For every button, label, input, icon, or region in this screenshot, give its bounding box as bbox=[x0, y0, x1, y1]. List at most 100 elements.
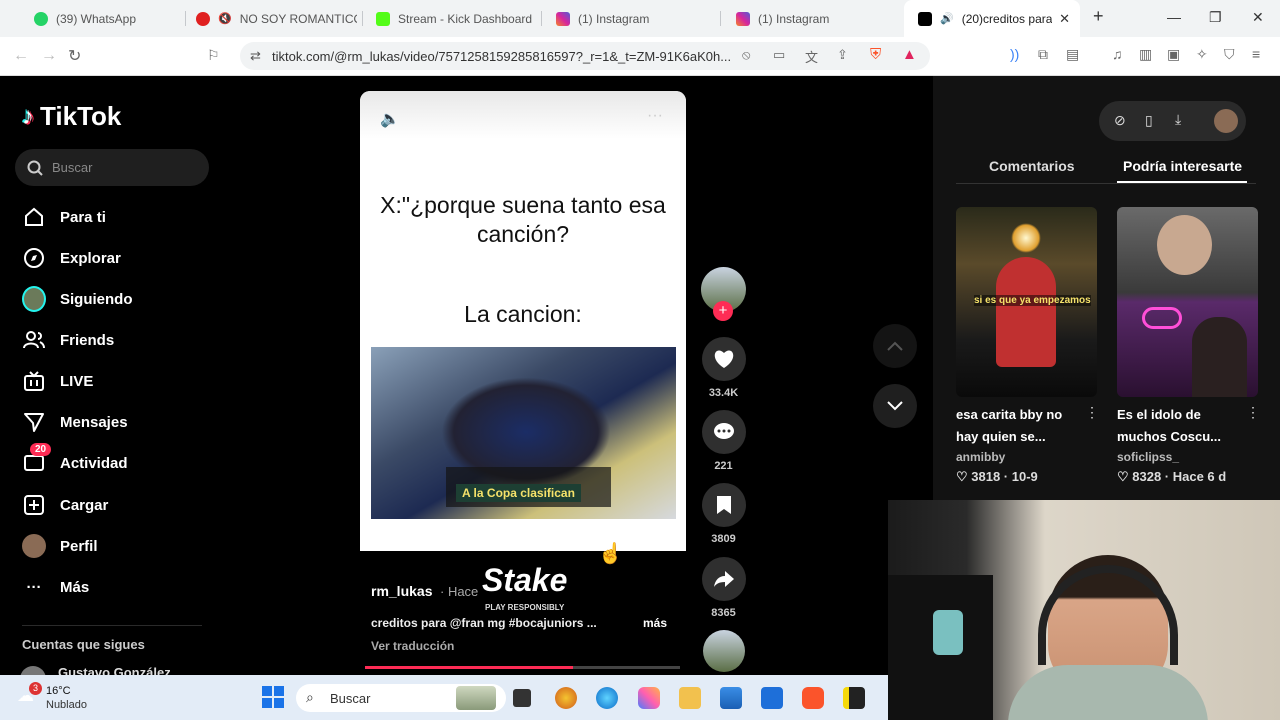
like-button[interactable]: 33.4K bbox=[701, 337, 746, 399]
windows-start-icon[interactable] bbox=[262, 686, 284, 708]
suggested-video-thumb-1[interactable]: si es que ya empezamos bbox=[956, 207, 1097, 397]
music-disc-avatar[interactable] bbox=[703, 630, 745, 672]
video-options-icon[interactable]: ··· bbox=[647, 107, 663, 125]
task-view-icon[interactable] bbox=[513, 689, 531, 707]
brave-rewards-icon[interactable]: ▲ bbox=[902, 46, 917, 63]
nav-actividad[interactable]: 20 Actividad bbox=[22, 443, 128, 478]
card-more-icon[interactable]: ⋮ bbox=[1085, 404, 1099, 421]
tab-no-soy-romantico[interactable]: 🔇 NO SOY ROMANTICO bbox=[182, 0, 357, 37]
search-input[interactable]: Buscar bbox=[15, 149, 209, 186]
next-video-button[interactable] bbox=[873, 384, 917, 428]
card-more-icon[interactable]: ⋮ bbox=[1246, 404, 1260, 421]
activity-icon: 20 bbox=[22, 443, 52, 475]
edge-icon[interactable] bbox=[596, 687, 618, 709]
reload-icon[interactable]: ↻ bbox=[68, 46, 81, 66]
restore-icon[interactable]: ❐ bbox=[1209, 9, 1222, 26]
nav-perfil[interactable]: Perfil bbox=[22, 531, 98, 561]
menu-icon[interactable]: ≡ bbox=[1252, 46, 1260, 62]
nav-label: Cargar bbox=[60, 496, 109, 514]
tab-search-icon[interactable]: ▤ bbox=[1066, 46, 1079, 63]
brave-taskbar-icon[interactable] bbox=[802, 687, 824, 709]
taskbar-search[interactable]: ⌕ Buscar bbox=[296, 684, 506, 712]
site-info-icon[interactable]: ⇄ bbox=[250, 48, 261, 64]
wallet-signal-icon[interactable]: )) bbox=[1010, 46, 1019, 62]
video-author[interactable]: rm_lukas bbox=[371, 583, 432, 599]
translate-icon[interactable]: 文 bbox=[805, 47, 818, 66]
suggested-title-2[interactable]: Es el idolo de muchos Coscu... bbox=[1117, 404, 1247, 448]
app-orange-icon[interactable] bbox=[555, 687, 577, 709]
minimize-icon[interactable]: — bbox=[1167, 9, 1181, 25]
sidebar-toggle-icon[interactable]: ▥ bbox=[1139, 46, 1152, 63]
suggested-user-2[interactable]: soficlipss_ bbox=[1117, 450, 1179, 464]
nav-mas[interactable]: ··· Más bbox=[22, 572, 90, 602]
nav-label: Mensajes bbox=[60, 413, 128, 431]
nav-para-ti[interactable]: Para ti bbox=[22, 202, 106, 232]
leo-ai-icon[interactable]: ✧ bbox=[1196, 46, 1208, 63]
nav-friends[interactable]: Friends bbox=[22, 325, 114, 355]
weather-temperature[interactable]: 16°C bbox=[46, 685, 71, 697]
previous-video-button[interactable] bbox=[873, 324, 917, 368]
brave-shield-icon[interactable]: ⛨ bbox=[870, 46, 881, 63]
new-tab-icon[interactable]: + bbox=[1093, 6, 1104, 27]
muted-icon[interactable]: 🔇 bbox=[218, 12, 232, 25]
kick-icon bbox=[376, 11, 390, 26]
reader-mode-icon[interactable]: ⦸ bbox=[742, 47, 750, 63]
nav-explorar[interactable]: Explorar bbox=[22, 243, 121, 273]
share-button[interactable]: 8365 bbox=[701, 557, 746, 619]
compass-small-icon[interactable]: ⊘ bbox=[1114, 112, 1126, 129]
window-close-icon[interactable]: ✕ bbox=[1252, 9, 1264, 26]
share-icon[interactable]: ⇪ bbox=[837, 47, 848, 63]
save-button[interactable]: 3809 bbox=[701, 483, 746, 545]
close-tab-icon[interactable]: ✕ bbox=[1059, 11, 1070, 27]
bookmark-icon[interactable]: ⚐ bbox=[207, 47, 220, 64]
sticky-notes-icon[interactable] bbox=[843, 687, 865, 709]
download-icon[interactable]: ⤓ bbox=[1175, 111, 1181, 128]
follow-plus-icon[interactable]: + bbox=[713, 301, 733, 321]
user-avatar[interactable] bbox=[1214, 109, 1238, 133]
outlook-icon[interactable] bbox=[720, 687, 742, 709]
weather-description[interactable]: Nublado bbox=[46, 699, 87, 711]
video-player[interactable]: 🔈 ··· X:"¿porque suena tanto esa canción… bbox=[360, 91, 686, 551]
extensions-icon[interactable]: ⧉ bbox=[1038, 46, 1048, 63]
suggested-video-thumb-2[interactable] bbox=[1117, 207, 1258, 397]
tab-kick[interactable]: Stream - Kick Dashboard bbox=[362, 0, 540, 37]
translate-link[interactable]: Ver traducción bbox=[371, 639, 454, 653]
tiktok-logo[interactable]: ♪ TikTok bbox=[22, 101, 121, 132]
nav-siguiendo[interactable]: Siguiendo bbox=[22, 284, 133, 314]
vpn-icon[interactable]: ⛉ bbox=[1224, 46, 1235, 63]
comment-button[interactable]: 221 bbox=[701, 410, 746, 472]
tab-instagram-2[interactable]: (1) Instagram bbox=[722, 0, 902, 37]
nav-cargar[interactable]: Cargar bbox=[22, 490, 108, 520]
volume-icon[interactable]: 🔈 bbox=[380, 109, 400, 129]
tiktok-favicon-icon bbox=[918, 11, 932, 26]
back-icon[interactable]: ← bbox=[13, 47, 29, 65]
video-progress-bar[interactable] bbox=[365, 666, 680, 669]
file-explorer-icon[interactable] bbox=[679, 687, 701, 709]
copilot-icon[interactable] bbox=[638, 687, 660, 709]
tab-tiktok-active[interactable]: 🔊 (20)creditos para @ ✕ bbox=[904, 0, 1080, 37]
tab-podria-interesarte[interactable]: Podría interesarte bbox=[1123, 158, 1242, 174]
suggested-stats-1: ♡ 3818 · 10-9 bbox=[956, 469, 1038, 484]
nav-live[interactable]: LIVE bbox=[22, 366, 93, 396]
url-field[interactable]: ⇄ tiktok.com/@rm_lukas/video/75712581592… bbox=[240, 42, 930, 70]
speaker-icon[interactable]: 🔊 bbox=[940, 12, 954, 25]
media-icon[interactable]: ♫ bbox=[1112, 46, 1123, 62]
tab-instagram-1[interactable]: (1) Instagram bbox=[542, 0, 720, 37]
forward-icon[interactable]: → bbox=[41, 47, 57, 65]
compass-icon bbox=[22, 246, 46, 270]
more-link[interactable]: más bbox=[643, 616, 667, 630]
top-tools-pill: ⊘ ▯ ⤓ bbox=[1099, 101, 1246, 141]
device-icon[interactable]: ▯ bbox=[1145, 112, 1153, 129]
cast-icon[interactable]: ▭ bbox=[773, 47, 785, 63]
live-icon bbox=[22, 369, 46, 393]
suggested-user-1[interactable]: anmibby bbox=[956, 450, 1005, 464]
neon-sign bbox=[1142, 307, 1182, 329]
tab-whatsapp[interactable]: (39) WhatsApp bbox=[20, 0, 190, 37]
suggested-title-1[interactable]: esa carita bby no hay quien se... bbox=[956, 404, 1086, 448]
chevron-down-icon bbox=[887, 401, 903, 411]
store-icon[interactable] bbox=[761, 687, 783, 709]
wallet-icon[interactable]: ▣ bbox=[1167, 46, 1180, 63]
youtube-icon bbox=[196, 11, 210, 26]
nav-mensajes[interactable]: Mensajes bbox=[22, 407, 128, 437]
tab-comentarios[interactable]: Comentarios bbox=[989, 158, 1075, 174]
